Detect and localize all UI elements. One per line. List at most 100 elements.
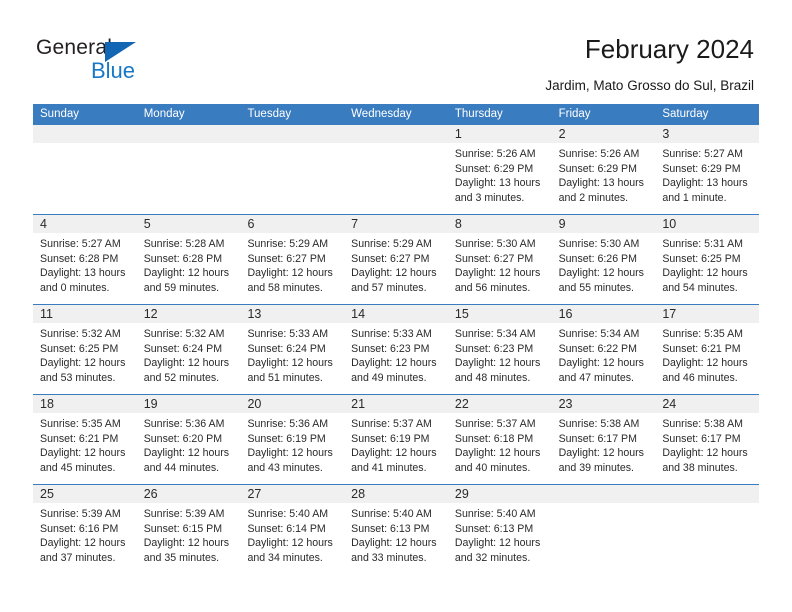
day-number: 22 [447,395,552,413]
calendar-day-cell[interactable]: 10 Sunrise: 5:31 AM Sunset: 6:25 PM Dayligh… [655,215,760,304]
sunrise-time: Sunrise: 5:37 AM [351,418,432,430]
daylight-duration-line1: Daylight: 12 hours [454,357,541,370]
daylight-duration-line2: and 35 minutes. [143,551,220,564]
sunset-time: Sunset: 6:21 PM [662,342,741,355]
calendar-day-cell[interactable]: 24 Sunrise: 5:38 AM Sunset: 6:17 PM Dayligh… [655,395,760,484]
day-details: Sunrise: 5:38 AM Sunset: 6:17 PM Daylight:… [655,413,759,475]
sunrise-time: Sunrise: 5:35 AM [662,328,743,340]
day-details: Sunrise: 5:34 AM Sunset: 6:22 PM Daylight:… [552,323,656,385]
calendar-day-cell[interactable]: 27 Sunrise: 5:40 AM Sunset: 6:14 PM Dayligh… [240,485,345,574]
daylight-duration-line1: Daylight: 12 hours [558,267,644,280]
daylight-duration-line1: Daylight: 12 hours [662,447,748,460]
calendar-page: General Blue February 2024 Jardim, Mato … [0,0,792,612]
daylight-duration-line1: Daylight: 12 hours [454,447,541,460]
calendar-day-cell[interactable]: 20 Sunrise: 5:36 AM Sunset: 6:19 PM Dayligh… [240,395,345,484]
daylight-duration-line1: Daylight: 12 hours [662,357,748,370]
calendar-weeks: 1 Sunrise: 5:26 AM Sunset: 6:29 PM Daylight… [33,125,760,574]
sunrise-time: Sunrise: 5:37 AM [454,418,536,430]
weekday-header-sunday: Sunday [40,108,80,120]
daylight-duration-line1: Daylight: 12 hours [454,537,541,550]
sunset-time: Sunset: 6:29 PM [662,162,741,175]
daylight-duration-line2: and 43 minutes. [247,461,323,474]
day-details: Sunrise: 5:36 AM Sunset: 6:20 PM Daylight:… [137,413,241,475]
daylight-duration-line2: and 46 minutes. [662,371,738,384]
weekday-header-monday: Monday [143,108,185,120]
day-details: Sunrise: 5:32 AM Sunset: 6:25 PM Daylight:… [33,323,137,385]
sunrise-time: Sunrise: 5:33 AM [351,328,432,340]
calendar-day-cell[interactable]: 28 Sunrise: 5:40 AM Sunset: 6:13 PM Dayligh… [344,485,448,574]
calendar-day-cell[interactable]: 5 Sunrise: 5:28 AM Sunset: 6:28 PM Daylight… [136,215,241,304]
day-details: Sunrise: 5:27 AM Sunset: 6:28 PM Daylight:… [33,233,137,295]
sunrise-time: Sunrise: 5:35 AM [40,418,121,430]
day-number: 24 [655,395,760,413]
sunset-time: Sunset: 6:19 PM [247,432,326,445]
sunset-time: Sunset: 6:18 PM [454,432,534,445]
day-number: 15 [447,305,552,323]
day-number [136,125,241,143]
daylight-duration-line1: Daylight: 12 hours [143,537,230,550]
calendar-day-cell[interactable]: 3 Sunrise: 5:27 AM Sunset: 6:29 PM Daylight… [655,125,760,214]
sunset-time: Sunset: 6:26 PM [558,252,637,265]
sunset-time: Sunset: 6:27 PM [247,252,326,265]
calendar-day-cell-empty [551,485,656,574]
general-blue-logo[interactable]: General Blue [36,36,166,83]
calendar-day-cell[interactable]: 13 Sunrise: 5:33 AM Sunset: 6:24 PM Dayligh… [240,305,345,394]
calendar-day-cell[interactable]: 29 Sunrise: 5:40 AM Sunset: 6:13 PM Dayligh… [447,485,552,574]
calendar-day-cell[interactable]: 2 Sunrise: 5:26 AM Sunset: 6:29 PM Daylight… [551,125,656,214]
day-number: 26 [136,485,241,503]
sunrise-time: Sunrise: 5:29 AM [351,238,432,250]
daylight-duration-line1: Daylight: 12 hours [351,357,437,370]
calendar-day-cell[interactable]: 21 Sunrise: 5:37 AM Sunset: 6:19 PM Dayligh… [344,395,448,484]
day-number: 12 [136,305,241,323]
calendar-day-cell[interactable]: 9 Sunrise: 5:30 AM Sunset: 6:26 PM Daylight… [551,215,656,304]
page-header: General Blue February 2024 Jardim, Mato … [0,0,792,100]
calendar-day-cell[interactable]: 4 Sunrise: 5:27 AM Sunset: 6:28 PM Daylight… [33,215,137,304]
calendar-day-cell[interactable]: 23 Sunrise: 5:38 AM Sunset: 6:17 PM Dayligh… [551,395,656,484]
daylight-duration-line1: Daylight: 13 hours [662,177,748,190]
day-details: Sunrise: 5:38 AM Sunset: 6:17 PM Daylight:… [552,413,656,475]
day-number: 7 [344,215,448,233]
day-number: 28 [344,485,448,503]
page-title: February 2024 [584,34,754,64]
calendar-day-cell[interactable]: 1 Sunrise: 5:26 AM Sunset: 6:29 PM Daylight… [447,125,552,214]
day-details: Sunrise: 5:37 AM Sunset: 6:19 PM Daylight:… [344,413,448,475]
day-number: 6 [240,215,345,233]
calendar-day-cell[interactable]: 26 Sunrise: 5:39 AM Sunset: 6:15 PM Dayligh… [136,485,241,574]
sunset-time: Sunset: 6:15 PM [143,522,223,535]
calendar-day-cell[interactable]: 25 Sunrise: 5:39 AM Sunset: 6:16 PM Dayligh… [33,485,137,574]
day-number: 11 [33,305,137,323]
day-details: Sunrise: 5:28 AM Sunset: 6:28 PM Daylight:… [137,233,241,295]
day-details: Sunrise: 5:26 AM Sunset: 6:29 PM Daylight:… [448,143,552,205]
calendar-day-cell[interactable]: 8 Sunrise: 5:30 AM Sunset: 6:27 PM Daylight… [447,215,552,304]
daylight-duration-line1: Daylight: 12 hours [351,447,437,460]
sunset-time: Sunset: 6:25 PM [40,342,119,355]
sunrise-time: Sunrise: 5:29 AM [247,238,329,250]
day-number: 4 [33,215,137,233]
sunset-time: Sunset: 6:28 PM [143,252,223,265]
calendar-day-cell[interactable]: 18 Sunrise: 5:35 AM Sunset: 6:21 PM Dayligh… [33,395,137,484]
daylight-duration-line2: and 53 minutes. [40,371,116,384]
daylight-duration-line2: and 55 minutes. [558,281,634,294]
day-details: Sunrise: 5:29 AM Sunset: 6:27 PM Daylight:… [344,233,448,295]
calendar-day-cell[interactable]: 14 Sunrise: 5:33 AM Sunset: 6:23 PM Dayligh… [344,305,448,394]
sunrise-time: Sunrise: 5:30 AM [558,238,640,250]
calendar-day-cell[interactable]: 17 Sunrise: 5:35 AM Sunset: 6:21 PM Dayligh… [655,305,760,394]
calendar-day-cell[interactable]: 16 Sunrise: 5:34 AM Sunset: 6:22 PM Dayligh… [551,305,656,394]
calendar-day-cell[interactable]: 15 Sunrise: 5:34 AM Sunset: 6:23 PM Dayligh… [447,305,552,394]
sunset-time: Sunset: 6:29 PM [454,162,534,175]
sunrise-time: Sunrise: 5:31 AM [662,238,743,250]
day-details: Sunrise: 5:40 AM Sunset: 6:13 PM Daylight:… [344,503,448,565]
calendar-day-cell[interactable]: 12 Sunrise: 5:32 AM Sunset: 6:24 PM Dayligh… [136,305,241,394]
calendar-day-cell[interactable]: 19 Sunrise: 5:36 AM Sunset: 6:20 PM Dayligh… [136,395,241,484]
calendar-day-cell[interactable]: 6 Sunrise: 5:29 AM Sunset: 6:27 PM Daylight… [240,215,345,304]
day-number: 3 [655,125,760,143]
sunset-time: Sunset: 6:17 PM [662,432,741,445]
day-number [655,485,760,503]
sunset-time: Sunset: 6:25 PM [662,252,741,265]
weekday-header-thursday: Thursday [454,108,503,120]
calendar-day-cell-empty [136,125,241,214]
calendar-day-cell[interactable]: 11 Sunrise: 5:32 AM Sunset: 6:25 PM Dayligh… [33,305,137,394]
daylight-duration-line2: and 37 minutes. [40,551,116,564]
calendar-day-cell[interactable]: 22 Sunrise: 5:37 AM Sunset: 6:18 PM Dayligh… [447,395,552,484]
calendar-day-cell[interactable]: 7 Sunrise: 5:29 AM Sunset: 6:27 PM Daylight… [344,215,448,304]
